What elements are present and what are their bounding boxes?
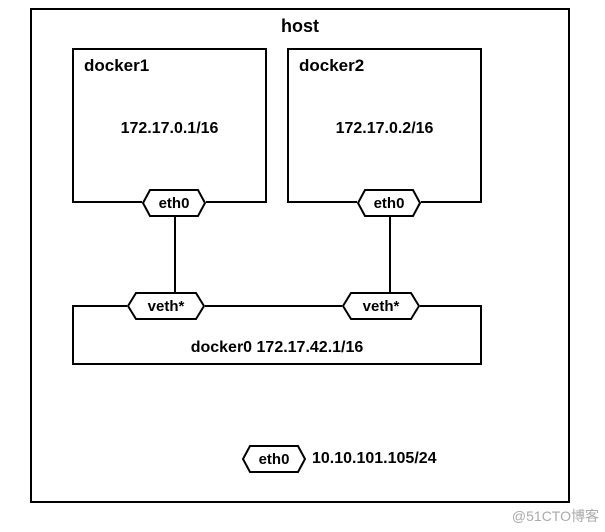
docker2-eth0-label: eth0 xyxy=(374,195,405,212)
bridge-label: docker0 172.17.42.1/16 xyxy=(74,339,480,357)
docker2-ip: 172.17.0.2/16 xyxy=(289,120,480,138)
veth2-label: veth* xyxy=(363,298,400,315)
veth1-label: veth* xyxy=(148,298,185,315)
container-docker2: docker2 172.17.0.2/16 xyxy=(287,48,482,203)
docker2-title: docker2 xyxy=(299,56,364,76)
link-docker1-to-bridge xyxy=(174,217,176,295)
host-eth0-label: eth0 xyxy=(259,451,290,468)
docker1-ip: 172.17.0.1/16 xyxy=(74,120,265,138)
docker1-eth0-iface: eth0 xyxy=(142,189,206,217)
docker1-eth0-label: eth0 xyxy=(159,195,190,212)
host-box: host docker1 172.17.0.1/16 docker2 172.1… xyxy=(30,8,570,503)
host-title: host xyxy=(32,16,568,37)
link-docker2-to-bridge xyxy=(389,217,391,295)
container-docker1: docker1 172.17.0.1/16 xyxy=(72,48,267,203)
watermark: @51CTO博客 xyxy=(512,506,599,526)
veth2-iface: veth* xyxy=(342,292,420,320)
host-ip: 10.10.101.105/24 xyxy=(312,450,437,468)
host-eth0-iface: eth0 xyxy=(242,445,306,473)
docker2-eth0-iface: eth0 xyxy=(357,189,421,217)
veth1-iface: veth* xyxy=(127,292,205,320)
docker1-title: docker1 xyxy=(84,56,149,76)
